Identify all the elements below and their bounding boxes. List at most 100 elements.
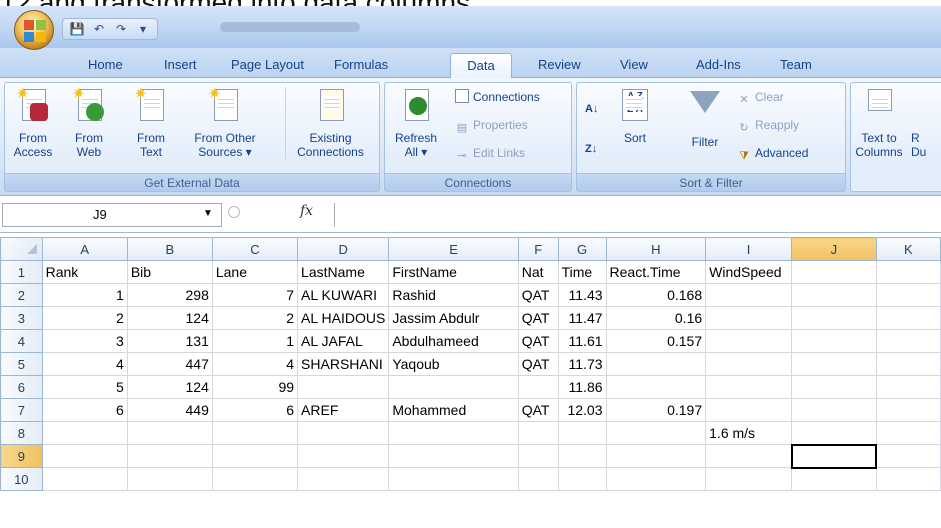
tab-add-ins[interactable]: Add-Ins: [688, 53, 749, 78]
cell[interactable]: Abdulhameed: [388, 329, 519, 353]
tab-insert[interactable]: Insert: [156, 53, 205, 78]
cell[interactable]: Lane: [211, 260, 299, 284]
cell[interactable]: [875, 283, 941, 307]
cell[interactable]: 124: [126, 375, 213, 399]
cell[interactable]: 11.47: [557, 306, 607, 330]
cell[interactable]: 6: [41, 398, 128, 422]
cell[interactable]: [297, 467, 390, 491]
redo-icon[interactable]: ↷: [113, 21, 129, 37]
cell[interactable]: QAT: [517, 352, 559, 376]
cell[interactable]: 0.157: [605, 329, 707, 353]
cell[interactable]: [705, 467, 793, 491]
cell[interactable]: Yaqoub: [388, 352, 519, 376]
formula-input[interactable]: [334, 203, 941, 227]
cell[interactable]: 4: [211, 352, 299, 376]
cell[interactable]: [875, 260, 941, 284]
cell[interactable]: [388, 444, 519, 468]
cell[interactable]: AREF: [297, 398, 390, 422]
from-access-button[interactable]: ✷ From Access: [11, 87, 55, 160]
cell[interactable]: 12.03: [557, 398, 607, 422]
cell[interactable]: QAT: [517, 329, 559, 353]
cell[interactable]: 2: [41, 306, 128, 330]
cell[interactable]: 0.168: [605, 283, 707, 307]
row-header[interactable]: 1: [0, 260, 43, 284]
cell[interactable]: 5: [41, 375, 128, 399]
cell[interactable]: LastName: [297, 260, 390, 284]
column-header[interactable]: G: [557, 237, 607, 261]
save-icon[interactable]: 💾: [69, 21, 85, 37]
cell[interactable]: [517, 375, 559, 399]
column-header[interactable]: H: [605, 237, 707, 261]
cell[interactable]: [875, 375, 941, 399]
tab-data[interactable]: Data: [450, 53, 512, 78]
column-header-selected[interactable]: J: [791, 237, 877, 261]
tab-team[interactable]: Team: [772, 53, 820, 78]
from-other-sources-button[interactable]: ✷ From Other Sources ▾: [187, 87, 263, 160]
remove-duplicates-button[interactable]: R Du: [911, 87, 941, 159]
cell[interactable]: [517, 467, 559, 491]
cell[interactable]: QAT: [517, 306, 559, 330]
cell[interactable]: [791, 398, 877, 422]
column-header[interactable]: F: [517, 237, 559, 261]
cell[interactable]: [791, 283, 877, 307]
cell[interactable]: [557, 444, 607, 468]
customize-qat-icon[interactable]: ▾: [135, 21, 151, 37]
cell[interactable]: QAT: [517, 283, 559, 307]
cell[interactable]: [705, 398, 793, 422]
cell[interactable]: [705, 283, 793, 307]
cell[interactable]: [126, 444, 213, 468]
column-header[interactable]: E: [388, 237, 519, 261]
cell[interactable]: [41, 444, 128, 468]
cell[interactable]: SHARSHANI: [297, 352, 390, 376]
row-header[interactable]: 10: [0, 467, 43, 491]
cell[interactable]: 0.197: [605, 398, 707, 422]
resize-handle-icon[interactable]: [228, 206, 240, 218]
cell[interactable]: 1: [41, 283, 128, 307]
cell[interactable]: FirstName: [388, 260, 519, 284]
cell[interactable]: [705, 444, 793, 468]
cell[interactable]: 1.6 m/s: [705, 421, 793, 445]
cell[interactable]: 447: [126, 352, 213, 376]
cell[interactable]: [875, 421, 941, 445]
row-header-selected[interactable]: 9: [0, 444, 43, 468]
column-header[interactable]: I: [705, 237, 793, 261]
cell[interactable]: [605, 467, 707, 491]
cell[interactable]: [605, 375, 707, 399]
tab-home[interactable]: Home: [80, 53, 131, 78]
cell[interactable]: [875, 329, 941, 353]
cell[interactable]: [791, 260, 877, 284]
cell[interactable]: 7: [211, 283, 299, 307]
sort-button[interactable]: A ZZ A Sort: [615, 87, 655, 145]
column-header[interactable]: A: [41, 237, 128, 261]
office-button[interactable]: [14, 10, 54, 50]
cell[interactable]: [211, 421, 299, 445]
cell[interactable]: 449: [126, 398, 213, 422]
cell[interactable]: 11.61: [557, 329, 607, 353]
select-all-corner[interactable]: [0, 237, 43, 261]
cell[interactable]: [875, 398, 941, 422]
cell[interactable]: AL KUWARI: [297, 283, 390, 307]
insert-function-icon[interactable]: fx: [300, 203, 313, 219]
connections-button[interactable]: Connections: [455, 89, 540, 105]
cell[interactable]: [41, 421, 128, 445]
column-header[interactable]: C: [211, 237, 299, 261]
cell[interactable]: [875, 352, 941, 376]
cell[interactable]: [388, 467, 519, 491]
row-header[interactable]: 6: [0, 375, 43, 399]
cell[interactable]: [605, 352, 707, 376]
cell[interactable]: [705, 375, 793, 399]
cell[interactable]: [791, 421, 877, 445]
cell[interactable]: Rashid: [388, 283, 519, 307]
cell[interactable]: [126, 467, 213, 491]
cell[interactable]: [388, 421, 519, 445]
row-header[interactable]: 8: [0, 421, 43, 445]
cell[interactable]: AL HAIDOUS: [297, 306, 390, 330]
cell[interactable]: [297, 421, 390, 445]
cell[interactable]: 2: [211, 306, 299, 330]
cell[interactable]: 124: [126, 306, 213, 330]
sort-z-to-a-icon[interactable]: Z↓: [585, 141, 597, 157]
cell[interactable]: QAT: [517, 398, 559, 422]
cell[interactable]: [605, 444, 707, 468]
cell[interactable]: [517, 444, 559, 468]
active-cell[interactable]: [790, 443, 878, 469]
